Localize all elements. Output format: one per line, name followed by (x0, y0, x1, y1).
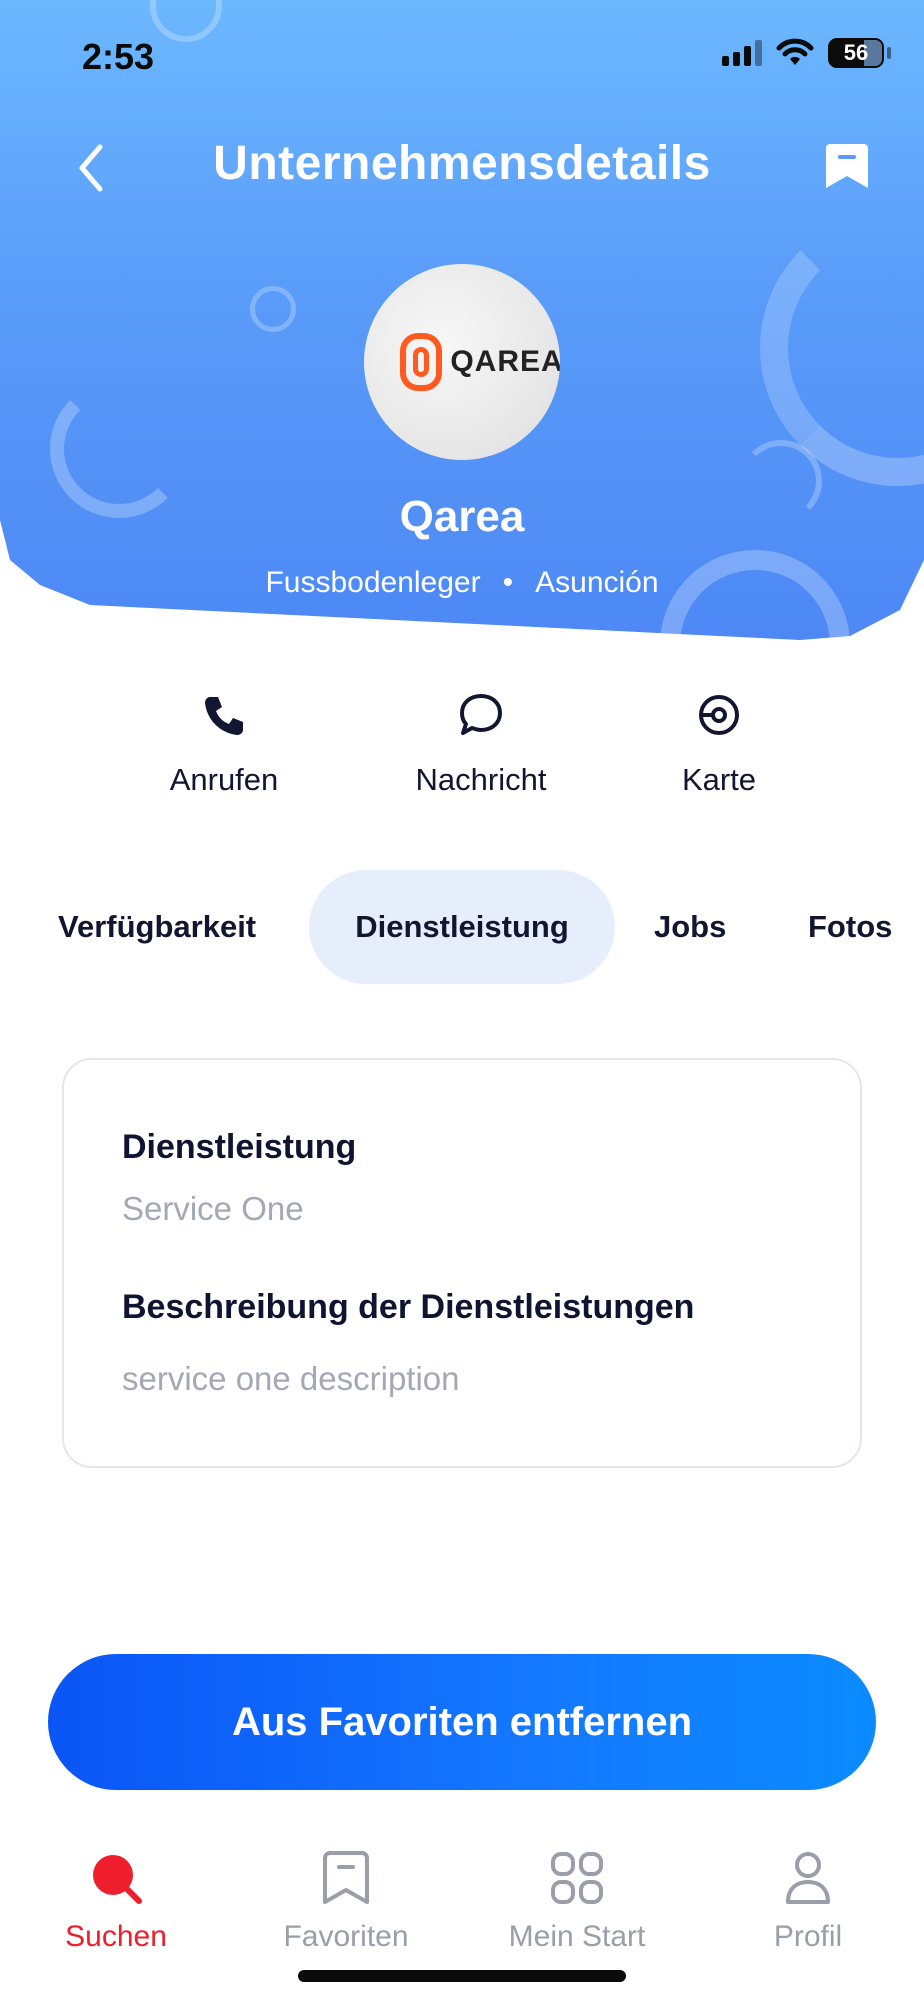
map-label: Karte (681, 762, 757, 797)
remove-favorite-button[interactable]: Aus Favoriten entfernen (48, 1654, 876, 1790)
call-label: Anrufen (169, 762, 279, 797)
description-label: Beschreibung der Dienstleistungen (122, 1288, 695, 1326)
status-time: 2:53 (82, 36, 155, 77)
map-action[interactable]: Karte (609, 690, 829, 798)
nav-search[interactable]: Suchen (16, 1850, 216, 1954)
nav-favorites[interactable]: Favoriten (246, 1850, 446, 1954)
message-action[interactable]: Nachricht (371, 690, 591, 798)
call-action[interactable]: Anrufen (114, 690, 334, 798)
bookmark-button[interactable] (824, 140, 870, 192)
status-icons: 56 (722, 38, 891, 68)
profile-icon (786, 1852, 830, 1904)
meta-separator: • (502, 566, 514, 599)
home-indicator[interactable] (298, 1970, 626, 1982)
tab-fotos[interactable]: Fotos (808, 870, 892, 984)
decor-circle (250, 286, 296, 332)
service-value: Service One (122, 1190, 304, 1227)
chat-bubble-icon (460, 694, 502, 735)
description-value: service one description (122, 1360, 460, 1397)
tab-jobs[interactable]: Jobs (654, 870, 726, 984)
nav-home-label: Mein Start (508, 1920, 646, 1953)
battery-icon: 56 (828, 38, 891, 68)
nav-search-label: Suchen (65, 1920, 167, 1953)
nav-home[interactable]: Mein Start (477, 1850, 677, 1954)
tab-bar: Verfügbarkeit Dienstleistung Jobs Fotos (0, 870, 924, 986)
company-logo: QAREA (364, 264, 560, 460)
company-meta: Fussbodenleger • Asunción (0, 566, 924, 600)
grid-icon (551, 1852, 603, 1904)
page-title: Unternehmensdetails (213, 137, 711, 190)
tab-verfuegbarkeit[interactable]: Verfügbarkeit (58, 870, 256, 984)
nav-favorites-label: Favoriten (283, 1920, 409, 1953)
location-icon (699, 695, 739, 735)
logo-text: QAREA (450, 345, 560, 378)
service-label: Dienstleistung (122, 1128, 357, 1166)
phone-icon (205, 697, 243, 735)
battery-level: 56 (843, 40, 869, 65)
qarea-logo-mark (400, 333, 443, 391)
nav-profile-label: Profil (773, 1920, 843, 1953)
company-location: Asunción (535, 566, 659, 599)
bookmark-filled-icon (826, 144, 868, 188)
company-name: Qarea (399, 492, 525, 541)
signal-icon (722, 40, 762, 66)
company-category: Fussbodenleger (265, 566, 481, 599)
nav-profile[interactable]: Profil (708, 1850, 908, 1954)
tab-dienstleistung[interactable]: Dienstleistung (309, 870, 615, 984)
message-label: Nachricht (415, 762, 547, 797)
bookmark-icon (323, 1851, 369, 1904)
decor-circle (150, 0, 222, 42)
service-card: Dienstleistung Service One Beschreibung … (62, 1058, 862, 1468)
wifi-icon (776, 38, 814, 65)
search-icon (93, 1855, 142, 1904)
